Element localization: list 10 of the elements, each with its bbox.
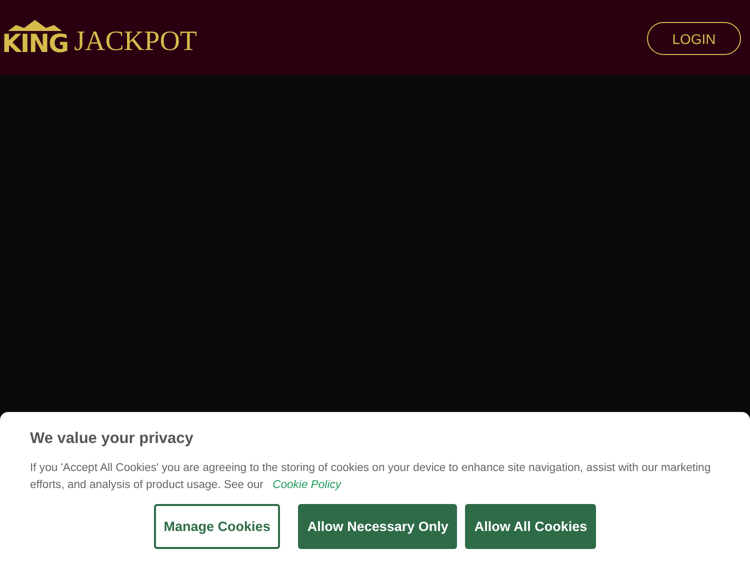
logo-text: KING: [2, 32, 68, 56]
crown-icon: [6, 20, 64, 32]
logo-text: JACKPOT: [74, 28, 198, 56]
cookie-policy-link[interactable]: Cookie Policy: [272, 479, 342, 491]
banner-title: We value your privacy: [30, 430, 194, 448]
cookie-button[interactable]: Allow Necessary Only: [298, 504, 458, 549]
login-button[interactable]: LOGIN: [647, 22, 741, 55]
banner-text: If you 'Accept All Cookies' you are agreeing to the storing of cookies on your device to enhance site navigation, assist with our marketing efforts, and analysis of product usage. See our Cookie Policy: [30, 461, 712, 493]
cookie-button[interactable]: Allow All Cookies: [465, 504, 596, 549]
cookie-button[interactable]: Manage Cookies: [154, 504, 280, 549]
